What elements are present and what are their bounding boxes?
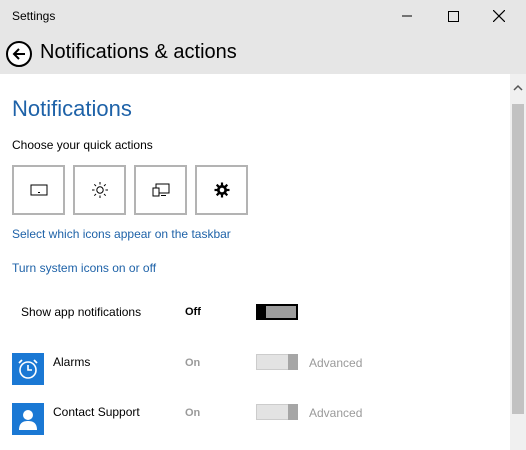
- alarms-app-icon: [12, 353, 44, 385]
- close-icon: [493, 10, 505, 22]
- show-app-notifications-toggle[interactable]: [256, 304, 298, 320]
- back-arrow-icon: [12, 48, 25, 60]
- back-button[interactable]: [6, 41, 32, 67]
- window-title: Settings: [12, 9, 56, 23]
- maximize-button[interactable]: [430, 0, 476, 32]
- tablet-mode-icon: [30, 184, 47, 196]
- settings-gear-icon: [214, 182, 229, 198]
- page-title: Notifications & actions: [40, 41, 237, 63]
- contact-support-advanced-link[interactable]: Advanced: [309, 406, 362, 420]
- alarms-label: Alarms: [53, 355, 91, 369]
- minimize-button[interactable]: [384, 0, 430, 32]
- close-button[interactable]: [476, 0, 522, 32]
- toggle-thumb: [288, 354, 298, 370]
- show-app-notifications-label: Show app notifications: [21, 305, 142, 319]
- window-title-bar: Settings: [0, 0, 526, 32]
- toggle-thumb: [256, 304, 266, 320]
- alarms-state: On: [185, 357, 201, 369]
- connect-display-icon: [152, 183, 169, 197]
- chevron-up-icon: [513, 84, 523, 91]
- alarms-advanced-link[interactable]: Advanced: [309, 356, 362, 370]
- alarms-toggle[interactable]: [256, 354, 298, 370]
- show-app-notifications-state: Off: [185, 306, 201, 318]
- quick-action-tablet-mode[interactable]: [12, 165, 65, 215]
- section-heading: Notifications: [12, 96, 132, 121]
- system-icons-link[interactable]: Turn system icons on or off: [12, 261, 156, 275]
- quick-actions-label: Choose your quick actions: [12, 138, 153, 152]
- minimize-icon: [402, 15, 412, 17]
- contact-support-app-icon: [12, 403, 44, 435]
- contact-support-toggle[interactable]: [256, 404, 298, 420]
- maximize-icon: [447, 10, 459, 22]
- contact-support-label: Contact Support: [53, 405, 140, 419]
- toggle-thumb: [288, 404, 298, 420]
- quick-action-brightness[interactable]: [73, 165, 126, 215]
- contact-support-state: On: [185, 407, 201, 419]
- brightness-icon: [91, 182, 108, 198]
- taskbar-icons-link[interactable]: Select which icons appear on the taskbar: [12, 227, 231, 241]
- scrollbar-thumb[interactable]: [512, 104, 524, 414]
- main-content: Notifications Choose your quick actions: [0, 74, 510, 450]
- quick-action-settings[interactable]: [195, 165, 248, 215]
- vertical-scrollbar[interactable]: [510, 74, 526, 450]
- quick-action-connect[interactable]: [134, 165, 187, 215]
- scroll-up-button[interactable]: [510, 80, 526, 96]
- page-header: Notifications & actions: [0, 32, 526, 74]
- person-icon: [19, 410, 37, 430]
- alarm-clock-icon: [18, 359, 38, 379]
